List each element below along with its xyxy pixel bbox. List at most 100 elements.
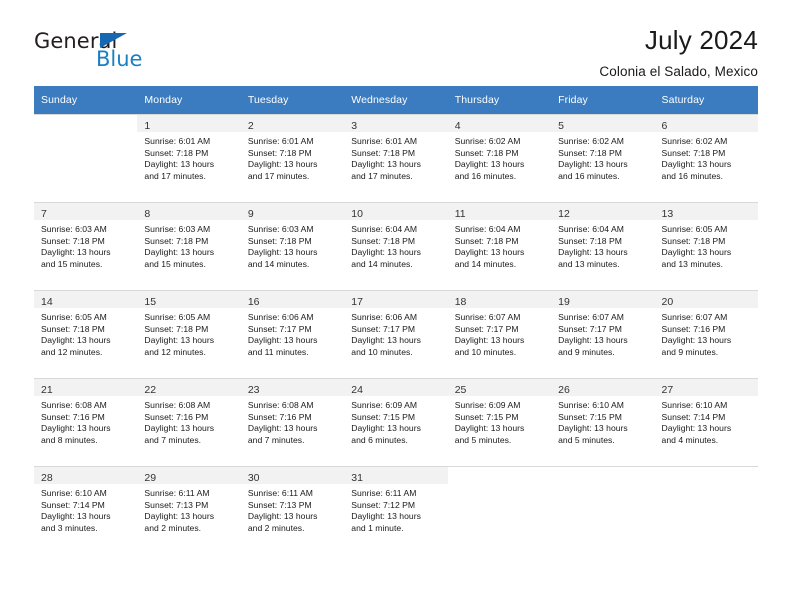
day-number: 25 [454,384,467,396]
day-cell-inner: 24 Sunrise: 6:09 AM Sunset: 7:15 PM Dayligh… [344,378,448,466]
day-number-bar: 13 [654,203,758,220]
day-number: 2 [247,120,254,132]
calendar-day-cell[interactable]: 30 Sunrise: 6:11 AM Sunset: 7:13 PM Dayligh… [240,466,345,554]
day-detail-line: Sunrise: 6:10 AM [558,400,624,410]
day-cell-inner: 22 Sunrise: 6:08 AM Sunset: 7:16 PM Dayligh… [137,378,241,466]
day-number-bar: 19 [551,291,655,308]
calendar-day-cell[interactable]: 17 Sunrise: 6:06 AM Sunset: 7:17 PM Dayligh… [344,290,448,378]
calendar-day-cell[interactable]: 28 Sunrise: 6:10 AM Sunset: 7:14 PM Dayligh… [34,466,138,554]
day-detail-line: Sunrise: 6:10 AM [41,488,107,498]
calendar-day-cell[interactable]: 7 Sunrise: 6:03 AM Sunset: 7:18 PM Daylight… [34,202,138,290]
day-number: 14 [41,296,53,308]
calendar-day-cell[interactable]: 26 Sunrise: 6:10 AM Sunset: 7:15 PM Dayligh… [551,378,655,466]
day-number: 4 [454,120,461,132]
calendar-day-cell[interactable]: 19 Sunrise: 6:07 AM Sunset: 7:17 PM Dayligh… [551,290,655,378]
calendar-day-cell[interactable]: 9 Sunrise: 6:03 AM Sunset: 7:18 PM Daylight… [240,202,345,290]
day-detail-line: Sunset: 7:18 PM [558,235,622,246]
day-detail-line: Sunset: 7:14 PM [41,499,105,510]
day-detail-line: Sunrise: 6:02 AM [454,136,521,146]
day-number: 30 [247,472,260,484]
day-number-bar: 27 [654,379,758,396]
calendar-day-cell[interactable]: 24 Sunrise: 6:09 AM Sunset: 7:15 PM Dayligh… [344,378,448,466]
day-cell-inner: 18 Sunrise: 6:07 AM Sunset: 7:17 PM Dayligh… [447,290,552,378]
day-number-bar: 12 [551,203,655,220]
day-cell-inner: 28 Sunrise: 6:10 AM Sunset: 7:14 PM Dayligh… [34,466,138,554]
day-number-bar [448,467,551,484]
day-number: 20 [661,296,674,308]
day-detail-line: Sunset: 7:18 PM [41,323,105,334]
day-number: 17 [351,296,363,308]
day-cell-inner: 13 Sunrise: 6:05 AM Sunset: 7:18 PM Dayligh… [654,202,758,290]
calendar-day-cell[interactable]: 8 Sunrise: 6:03 AM Sunset: 7:18 PM Daylight… [137,202,241,290]
day-cell-details: Sunrise: 6:07 AM Sunset: 7:17 PM Daylight:… [448,308,551,358]
calendar-day-cell[interactable]: 10 Sunrise: 6:04 AM Sunset: 7:18 PM Dayligh… [344,202,448,290]
day-cell-details: Sunrise: 6:03 AM Sunset: 7:18 PM Daylight:… [137,220,240,270]
calendar-day-cell[interactable]: 21 Sunrise: 6:08 AM Sunset: 7:16 PM Dayligh… [34,378,138,466]
day-detail-line: Sunset: 7:18 PM [454,235,519,246]
day-detail-line: Sunset: 7:18 PM [41,235,105,246]
calendar-day-cell[interactable]: 6 Sunrise: 6:02 AM Sunset: 7:18 PM Daylight… [654,114,758,202]
day-cell-inner: 29 Sunrise: 6:11 AM Sunset: 7:13 PM Dayligh… [137,466,241,554]
calendar-day-cell[interactable]: 29 Sunrise: 6:11 AM Sunset: 7:13 PM Dayligh… [137,466,241,554]
calendar-day-cell[interactable]: 23 Sunrise: 6:08 AM Sunset: 7:16 PM Dayligh… [240,378,345,466]
day-detail-line: Sunrise: 6:01 AM [144,136,211,146]
calendar-empty-cell [34,114,138,202]
day-cell-details: Sunrise: 6:01 AM Sunset: 7:18 PM Daylight:… [137,132,240,182]
logo-text-blue: Blue [96,47,143,71]
day-number: 31 [351,472,363,484]
day-detail-line: Daylight: 13 hours [661,423,732,434]
calendar-day-cell[interactable]: 1 Sunrise: 6:01 AM Sunset: 7:18 PM Daylight… [137,114,241,202]
day-detail-line: Daylight: 13 hours [144,511,215,522]
calendar-day-cell[interactable]: 14 Sunrise: 6:05 AM Sunset: 7:18 PM Dayligh… [34,290,138,378]
calendar-empty-cell [447,466,552,554]
day-cell-inner: 3 Sunrise: 6:01 AM Sunset: 7:18 PM Daylight… [344,114,448,202]
day-detail-line: Daylight: 13 hours [351,159,421,170]
day-cell-details: Sunrise: 6:10 AM Sunset: 7:14 PM Daylight:… [34,484,137,534]
calendar-day-cell[interactable]: 20 Sunrise: 6:07 AM Sunset: 7:16 PM Dayligh… [654,290,758,378]
day-detail-line: Daylight: 13 hours [144,423,215,434]
day-number-bar: 18 [447,291,552,308]
calendar-day-cell[interactable]: 31 Sunrise: 6:11 AM Sunset: 7:12 PM Dayligh… [344,466,448,554]
day-number-bar: 5 [551,115,655,132]
day-detail-line: Sunrise: 6:04 AM [454,224,521,234]
calendar-day-cell[interactable]: 3 Sunrise: 6:01 AM Sunset: 7:18 PM Daylight… [344,114,448,202]
calendar-day-cell[interactable]: 5 Sunrise: 6:02 AM Sunset: 7:18 PM Daylight… [551,114,655,202]
calendar-week-row: 1 Sunrise: 6:01 AM Sunset: 7:18 PM Daylight… [34,114,758,202]
day-detail-line: Sunrise: 6:09 AM [351,400,418,410]
day-detail-line: Sunset: 7:15 PM [454,411,519,422]
day-number-bar: 8 [137,203,241,220]
calendar-day-cell[interactable]: 27 Sunrise: 6:10 AM Sunset: 7:14 PM Dayligh… [654,378,758,466]
day-detail-line: and 12 minutes. [41,346,103,357]
calendar-day-cell[interactable]: 11 Sunrise: 6:04 AM Sunset: 7:18 PM Dayligh… [447,202,552,290]
calendar-page: General Blue July 2024 Colonia el Salado… [0,0,792,612]
general-blue-logo[interactable]: General Blue [34,24,184,74]
calendar-day-cell[interactable]: 25 Sunrise: 6:09 AM Sunset: 7:15 PM Dayligh… [447,378,552,466]
day-detail-line: and 1 minute. [351,522,404,533]
calendar-day-cell[interactable]: 13 Sunrise: 6:05 AM Sunset: 7:18 PM Dayligh… [654,202,758,290]
day-cell-inner: 27 Sunrise: 6:10 AM Sunset: 7:14 PM Dayligh… [654,378,758,466]
day-number: 27 [661,384,674,396]
day-number: 21 [41,384,53,396]
calendar-day-cell[interactable]: 12 Sunrise: 6:04 AM Sunset: 7:18 PM Dayligh… [551,202,655,290]
day-detail-line: Sunset: 7:14 PM [661,411,726,422]
weekday-header-thursday: Thursday [447,86,552,114]
calendar-day-cell[interactable]: 15 Sunrise: 6:05 AM Sunset: 7:18 PM Dayligh… [137,290,241,378]
day-detail-line: and 7 minutes. [247,434,305,445]
day-cell-details: Sunrise: 6:04 AM Sunset: 7:18 PM Daylight:… [344,220,447,270]
day-detail-line: Daylight: 13 hours [351,511,421,522]
day-cell-details [34,132,137,136]
day-cell-inner: 4 Sunrise: 6:02 AM Sunset: 7:18 PM Daylight… [447,114,552,202]
calendar-day-cell[interactable]: 18 Sunrise: 6:07 AM Sunset: 7:17 PM Dayligh… [447,290,552,378]
calendar-day-cell[interactable]: 16 Sunrise: 6:06 AM Sunset: 7:17 PM Dayligh… [240,290,345,378]
day-number: 13 [661,208,674,220]
day-cell-details: Sunrise: 6:05 AM Sunset: 7:18 PM Daylight:… [137,308,240,358]
calendar-day-cell[interactable]: 2 Sunrise: 6:01 AM Sunset: 7:18 PM Daylight… [240,114,345,202]
day-detail-line: Sunrise: 6:01 AM [351,136,418,146]
day-detail-line: and 13 minutes. [558,258,620,269]
calendar-day-cell[interactable]: 22 Sunrise: 6:08 AM Sunset: 7:16 PM Dayligh… [137,378,241,466]
calendar-day-cell[interactable]: 4 Sunrise: 6:02 AM Sunset: 7:18 PM Daylight… [447,114,552,202]
day-number: 19 [558,296,570,308]
day-detail-line: Sunrise: 6:04 AM [558,224,624,234]
day-detail-line: Sunrise: 6:07 AM [454,312,521,322]
day-detail-line: and 17 minutes. [351,170,413,181]
